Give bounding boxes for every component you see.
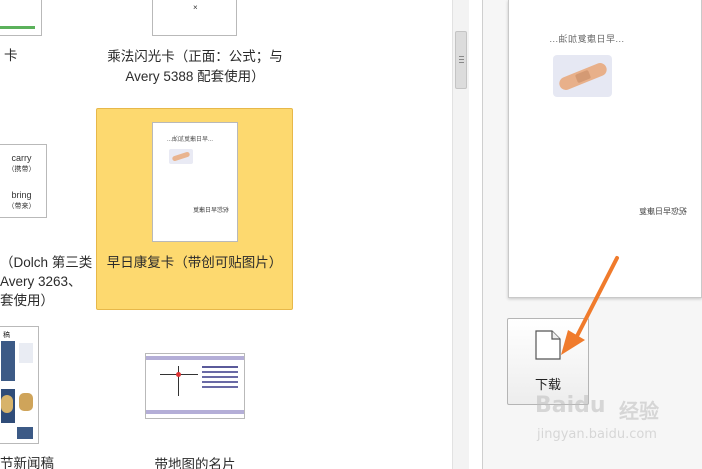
watermark-cn: 经验	[619, 399, 659, 423]
watermark-brand: Baidu	[535, 393, 606, 418]
watermark-url: jingyan.baidu.com	[537, 427, 657, 442]
baidu-watermark: Baidu 经验 jingyan.baidu.com	[535, 387, 675, 457]
